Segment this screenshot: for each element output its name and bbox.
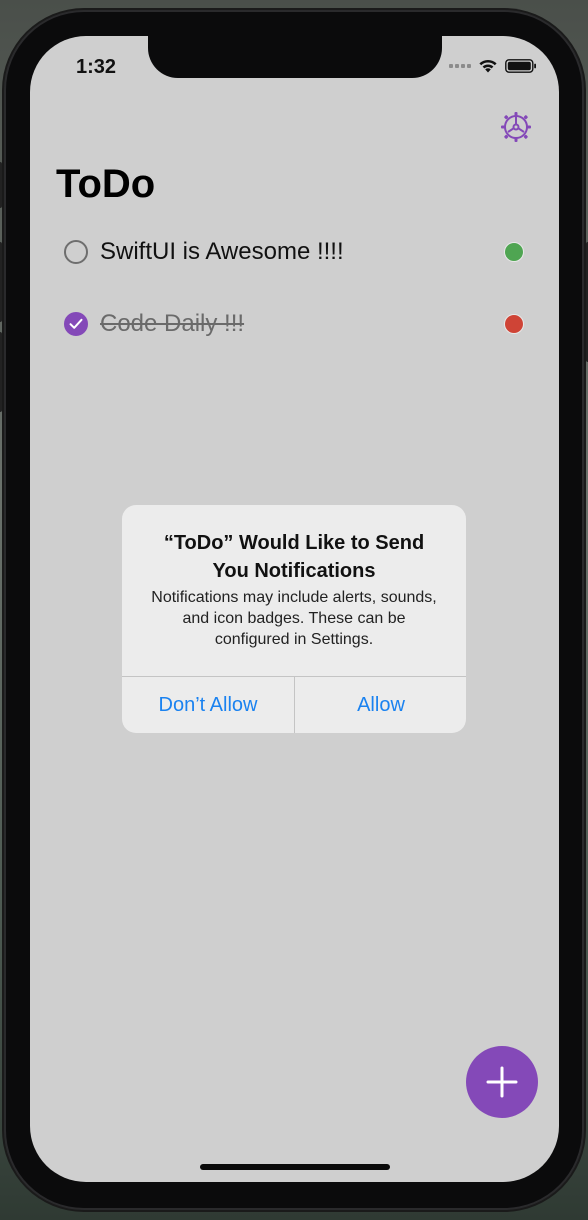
todo-checkbox[interactable] (64, 312, 88, 336)
gear-icon (501, 112, 531, 142)
todo-item[interactable]: Code Daily !!! (64, 304, 524, 344)
volume-down-button (0, 332, 2, 412)
priority-indicator (504, 314, 524, 334)
wifi-icon (479, 59, 497, 73)
volume-up-button (0, 242, 2, 322)
mute-switch (0, 162, 2, 208)
status-icons (449, 58, 537, 74)
home-indicator[interactable] (200, 1164, 390, 1170)
plus-icon (486, 1066, 518, 1098)
settings-button[interactable] (499, 110, 533, 144)
add-todo-button[interactable] (466, 1046, 538, 1118)
priority-indicator (504, 242, 524, 262)
alert-title: “ToDo” Would Like to Send You Notificati… (163, 532, 425, 582)
todo-checkbox[interactable] (64, 240, 88, 264)
todo-label: SwiftUI is Awesome !!!! (100, 238, 344, 265)
cellular-signal-icon (449, 64, 471, 68)
checkmark-icon (69, 318, 83, 329)
battery-icon (505, 59, 536, 73)
status-time: 1:32 (76, 56, 117, 78)
todo-item[interactable]: SwiftUI is Awesome !!!! (64, 232, 524, 272)
notification-permission-alert: “ToDo” Would Like to Send You Notificati… (122, 505, 466, 733)
page-title: ToDo (56, 162, 156, 206)
allow-button[interactable]: Allow (295, 677, 466, 733)
todo-label: Code Daily !!! (100, 310, 245, 337)
phone-screen: 1:32 ToDo SwiftUI is Awesome !!!! Code D… (30, 36, 559, 1182)
notch (148, 36, 442, 78)
dont-allow-button[interactable]: Don’t Allow (122, 677, 294, 733)
alert-message: Notifications may include alerts, sounds… (151, 589, 437, 648)
